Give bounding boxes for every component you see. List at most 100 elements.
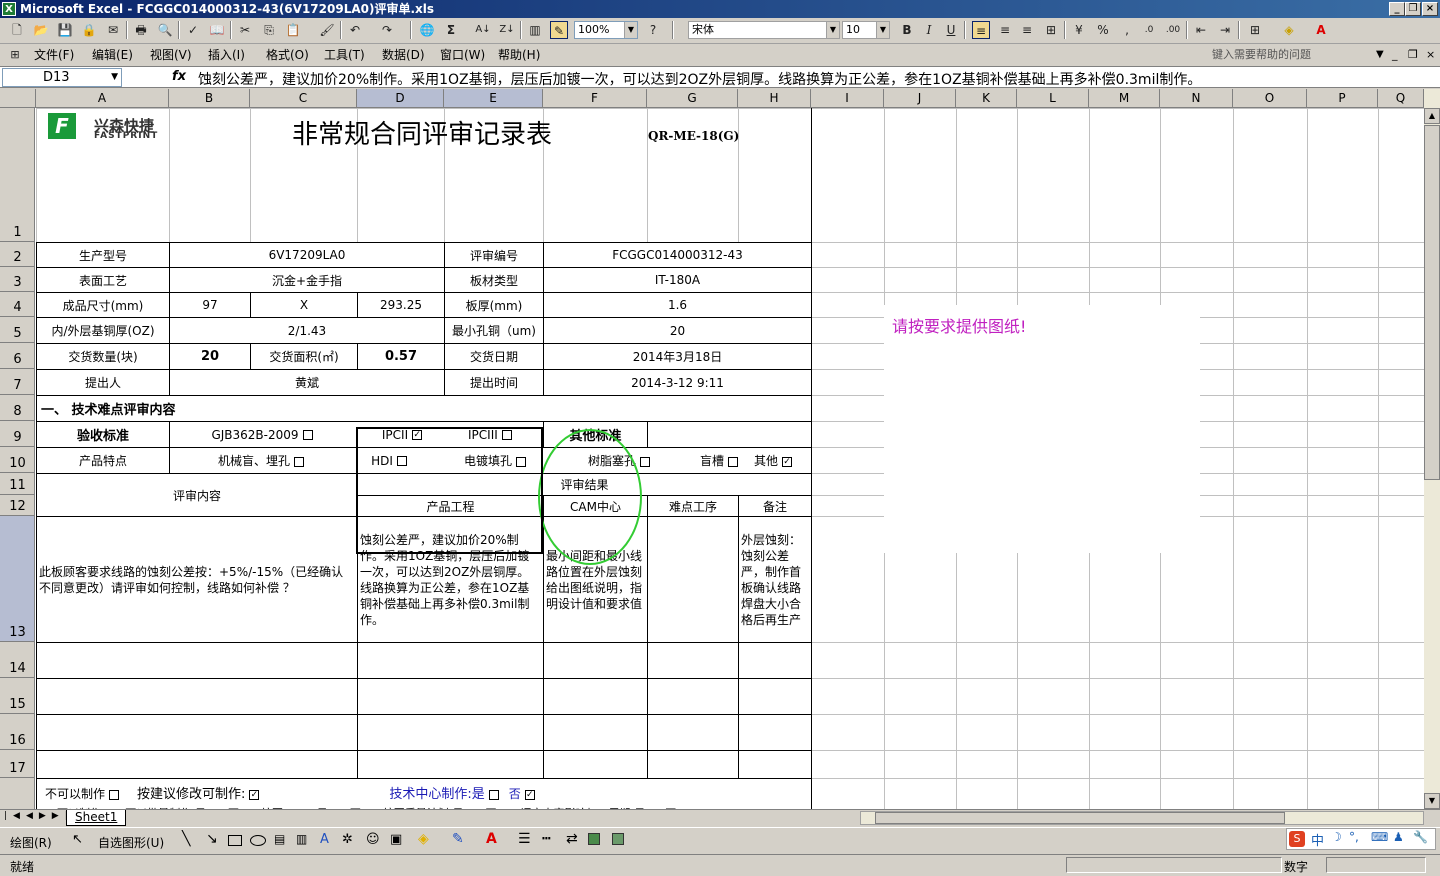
ime-moon-icon[interactable]: ☽: [1331, 830, 1342, 844]
permission-icon[interactable]: 🔒: [80, 21, 98, 39]
value-hole-copper[interactable]: 20: [544, 318, 811, 343]
section-title[interactable]: 一、 技术难点评审内容: [37, 396, 811, 421]
value-size-x[interactable]: X: [251, 293, 357, 317]
decrease-indent-icon[interactable]: ⇤: [1192, 21, 1210, 39]
row-header-13[interactable]: 13: [0, 516, 35, 642]
fill-color-draw-icon[interactable]: ◈: [418, 831, 429, 847]
column-header-L[interactable]: L: [1017, 89, 1089, 108]
underline-icon[interactable]: U: [942, 21, 960, 39]
row-content-empty[interactable]: [37, 679, 357, 714]
row-note-empty[interactable]: [739, 715, 811, 750]
column-header-H[interactable]: H: [738, 89, 811, 108]
checkbox-blind[interactable]: [294, 456, 304, 467]
diagram-icon[interactable]: ✲: [342, 832, 353, 847]
checkbox-resin[interactable]: [640, 456, 650, 467]
row-pe-empty[interactable]: [358, 679, 543, 714]
row-header-10[interactable]: 10: [0, 447, 35, 473]
value-review-no[interactable]: FCGGC014000312-43: [544, 243, 811, 267]
row-note-empty[interactable]: [739, 679, 811, 714]
new-icon[interactable]: 🗋: [8, 21, 26, 39]
column-header-G[interactable]: G: [647, 89, 738, 108]
row-cam-empty[interactable]: [544, 643, 647, 678]
row-hard-empty[interactable]: [648, 643, 738, 678]
increase-decimal-icon[interactable]: .0: [1140, 21, 1158, 39]
row-header-11[interactable]: 11: [0, 473, 35, 495]
workbook-icon[interactable]: ⊞: [6, 46, 24, 64]
3d-icon[interactable]: [612, 833, 624, 845]
bold-icon[interactable]: B: [898, 21, 916, 39]
menu-tools[interactable]: 工具(T): [324, 45, 365, 65]
row-cam-empty[interactable]: [544, 679, 647, 714]
checkbox-tech-yes[interactable]: [488, 789, 499, 800]
comma-icon[interactable]: ,: [1118, 21, 1136, 39]
sheet-tab[interactable]: Sheet1: [66, 810, 127, 826]
value-area[interactable]: 0.57: [358, 344, 444, 369]
row-header-16[interactable]: 16: [0, 714, 35, 750]
decision-block[interactable]: 不可以制作按建议修改可制作:✓技术中心制作:是否✓可以制作(可以批量制作:是否✓…: [37, 779, 811, 809]
label-model[interactable]: 生产型号: [37, 243, 169, 267]
menu-insert[interactable]: 插入(I): [208, 45, 245, 65]
autosum-icon[interactable]: Σ: [442, 21, 460, 39]
row-pe-empty[interactable]: [358, 643, 543, 678]
tab-nav-icons[interactable]: |◀◀▶▶|: [4, 811, 74, 821]
hyperlink-icon[interactable]: 🌐: [418, 21, 436, 39]
column-header-P[interactable]: P: [1307, 89, 1378, 108]
row-header-3[interactable]: 3: [0, 267, 35, 292]
fill-color-icon[interactable]: ◈: [1280, 21, 1298, 39]
label-surface[interactable]: 表面工艺: [37, 268, 169, 292]
label-material[interactable]: 板材类型: [445, 268, 543, 292]
rectangle-icon[interactable]: [228, 835, 242, 846]
clipart-icon[interactable]: ☺: [366, 832, 380, 847]
close-button[interactable]: ×: [1422, 2, 1438, 16]
column-header-K[interactable]: K: [956, 89, 1017, 108]
font-color-draw-icon[interactable]: A: [486, 831, 497, 847]
fx-icon[interactable]: fx: [172, 69, 186, 84]
menu-help[interactable]: 帮助(H): [498, 45, 540, 65]
row-header-17[interactable]: 17: [0, 750, 35, 778]
borders-icon[interactable]: ⊞: [1246, 21, 1264, 39]
label-note[interactable]: 备注: [739, 496, 811, 516]
shadow-icon[interactable]: [588, 833, 600, 845]
label-area[interactable]: 交货面积(㎡): [251, 344, 357, 369]
column-header-O[interactable]: O: [1233, 89, 1307, 108]
scroll-up-icon[interactable]: ▲: [1424, 108, 1440, 124]
font-size-select[interactable]: 10 ▼: [842, 21, 890, 39]
chart-wizard-icon[interactable]: ▥: [526, 21, 544, 39]
opt-gjb[interactable]: GJB362B-2009: [188, 428, 336, 442]
row-cam-empty[interactable]: [544, 715, 647, 750]
picture-icon[interactable]: ▣: [390, 832, 402, 847]
row-header-12[interactable]: 12: [0, 495, 35, 516]
sort-ascending-icon[interactable]: A↓: [474, 21, 492, 39]
checkbox-slot[interactable]: [728, 456, 738, 467]
ime-logo-icon[interactable]: S: [1289, 831, 1305, 847]
select-objects-icon[interactable]: ↖: [72, 832, 83, 847]
checkbox-other[interactable]: ✓: [782, 456, 793, 467]
menu-format[interactable]: 格式(O): [266, 45, 309, 65]
row-content-empty[interactable]: [37, 643, 357, 678]
font-select[interactable]: 宋体 ▼: [688, 21, 840, 39]
redo-icon[interactable]: ↷: [378, 21, 396, 39]
row-header-9[interactable]: 9: [0, 421, 35, 447]
align-right-icon[interactable]: ≡: [1018, 21, 1036, 39]
review-hard[interactable]: [648, 517, 738, 642]
line-icon[interactable]: ╲: [182, 831, 190, 847]
menu-file[interactable]: 文件(F): [34, 45, 74, 65]
font-color-icon[interactable]: A: [1312, 21, 1330, 39]
row-header-6[interactable]: 6: [0, 343, 35, 369]
oval-icon[interactable]: [250, 835, 266, 846]
hscroll-thumb[interactable]: [875, 812, 1285, 824]
line-style-icon[interactable]: ☰: [518, 831, 531, 847]
menu-window[interactable]: 窗口(W): [440, 45, 485, 65]
label-delivery[interactable]: 交货日期: [445, 344, 543, 369]
column-header-Q[interactable]: Q: [1378, 89, 1424, 108]
label-proposer[interactable]: 提出人: [37, 370, 169, 395]
row-header-8[interactable]: 8: [0, 395, 35, 421]
column-header-E[interactable]: E: [444, 89, 543, 108]
line-color-icon[interactable]: ✎: [452, 831, 464, 847]
row-header-2[interactable]: 2: [0, 242, 35, 267]
checkbox-gjb[interactable]: [302, 430, 313, 440]
label-size[interactable]: 成品尺寸(mm): [37, 293, 169, 317]
opt-slot[interactable]: 盲槽: [684, 452, 754, 469]
label-submit-time[interactable]: 提出时间: [445, 370, 543, 395]
value-material[interactable]: IT-180A: [544, 268, 811, 292]
